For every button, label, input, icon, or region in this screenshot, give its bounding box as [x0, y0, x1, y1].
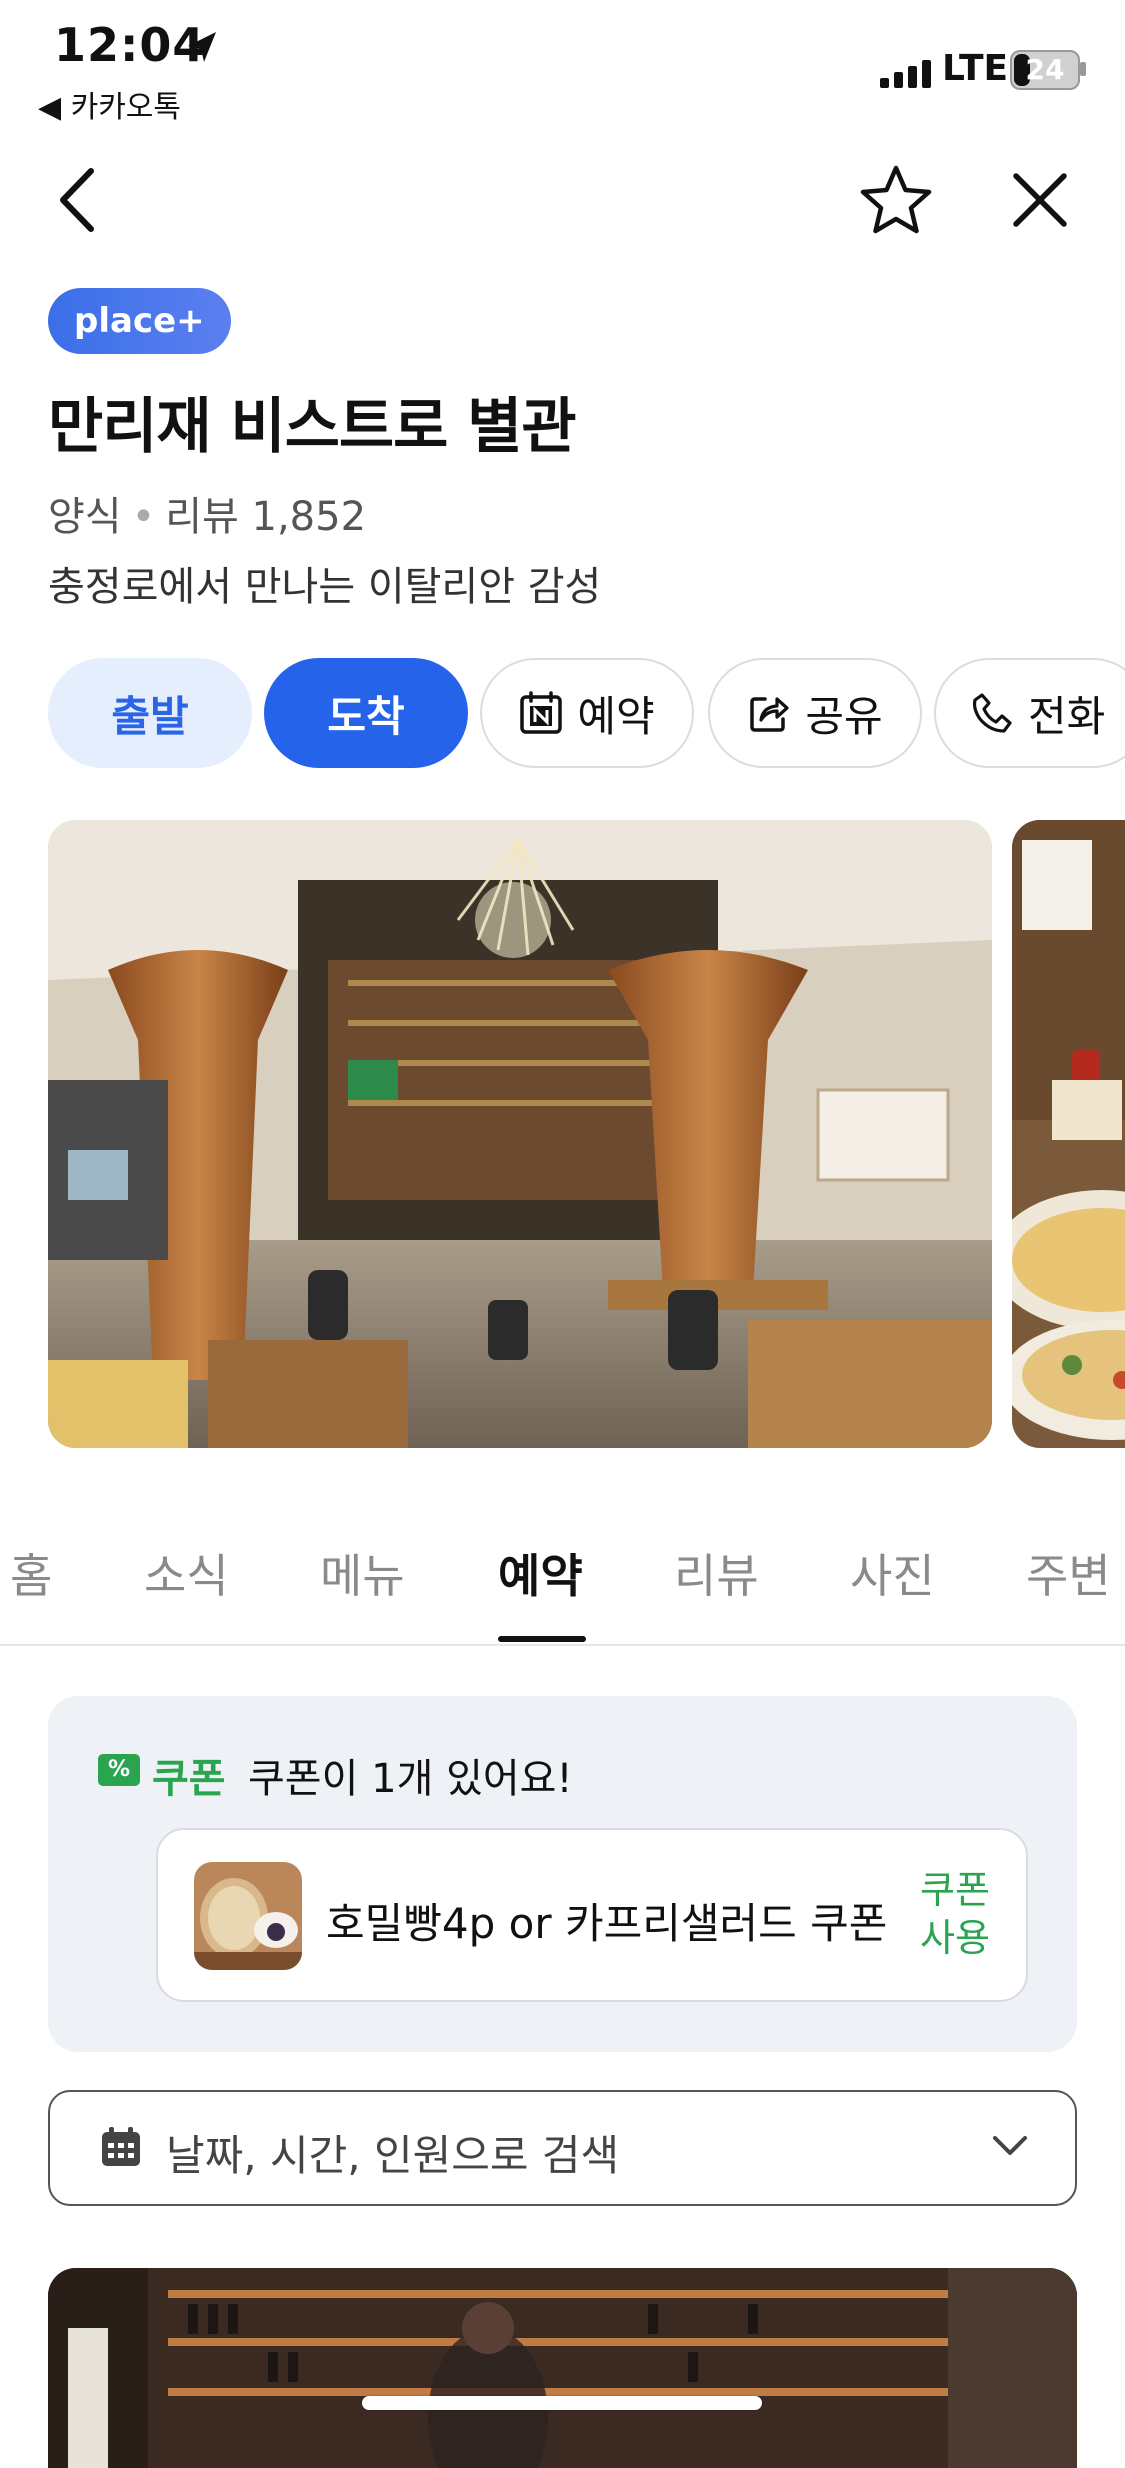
tab-reservation[interactable]: 예약 [498, 1540, 583, 1606]
place-description: 충정로에서 만나는 이탈리안 감성 [48, 564, 602, 610]
battery-nub [1080, 62, 1086, 76]
coupon-bread-thumbnail [194, 1862, 302, 1970]
bar-interior-photo[interactable] [48, 2268, 1077, 2468]
coupon-percent-icon: % [98, 1754, 140, 1786]
review-count-link[interactable]: 리뷰 1,852 [165, 494, 366, 540]
tab-reviews[interactable]: 리뷰 [674, 1540, 759, 1606]
calendar-icon [102, 2127, 140, 2166]
chevron-down-icon [993, 2136, 1027, 2155]
coupon-label: 쿠폰 [152, 1756, 226, 1802]
close-icon [1013, 173, 1067, 227]
tab-news[interactable]: 소식 [144, 1540, 229, 1606]
network-type: LTE [942, 48, 1009, 89]
favorite-button[interactable] [856, 160, 936, 240]
start-route-button[interactable]: 출발 [48, 658, 252, 768]
use-coupon-line1: 쿠폰 [920, 1868, 990, 1912]
reserve-button[interactable]: 예약 [480, 658, 694, 768]
home-indicator[interactable] [362, 2396, 762, 2410]
place-title: 만리재 비스트로 별관 [48, 392, 577, 462]
back-to-app-link[interactable]: ◀ 카카오톡 [38, 82, 181, 126]
use-coupon-button[interactable]: 쿠폰 사용 [920, 1866, 990, 1962]
back-button[interactable] [38, 160, 118, 240]
search-placeholder: 날짜, 시간, 인원으로 검색 [166, 2131, 620, 2180]
tab-nearby[interactable]: 주변 [1026, 1540, 1111, 1606]
star-outline-icon [860, 165, 932, 234]
call-button[interactable]: 전화 [934, 658, 1125, 768]
battery-level: 24 [1025, 53, 1065, 86]
tab-menu[interactable]: 메뉴 [320, 1540, 405, 1606]
signal-icon [880, 58, 934, 88]
place-category: 양식 [48, 494, 122, 540]
location-arrow-icon [188, 32, 216, 62]
tab-home[interactable]: 홈 [10, 1540, 52, 1606]
share-button[interactable]: 공유 [708, 658, 922, 768]
active-tab-indicator [498, 1636, 586, 1642]
place-meta: 양식 • 리뷰 1,852 [48, 484, 366, 542]
coupon-name: 호밀빵4p or 카프리샐러드 쿠폰 [326, 1899, 888, 1948]
tab-photos[interactable]: 사진 [850, 1540, 935, 1606]
battery-icon: 24 [1010, 50, 1080, 90]
reserve-label: 예약 [577, 691, 655, 741]
share-icon [747, 691, 791, 735]
chevron-left-icon [60, 168, 94, 232]
coupon-count-message: 쿠폰이 1개 있어요! [248, 1756, 573, 1802]
restaurant-interior-photo[interactable] [48, 820, 992, 1448]
share-label: 공유 [805, 691, 883, 741]
naver-reserve-icon [519, 691, 563, 735]
close-button[interactable] [1000, 160, 1080, 240]
use-coupon-line2: 사용 [920, 1916, 990, 1960]
meta-separator: • [131, 494, 156, 540]
place-plus-badge: place+ [48, 288, 231, 354]
phone-icon [970, 691, 1014, 735]
arrive-route-button[interactable]: 도착 [264, 658, 468, 768]
food-photo-thumbnail[interactable] [1012, 820, 1125, 1448]
tab-divider [0, 1644, 1125, 1646]
call-label: 전화 [1028, 691, 1106, 741]
